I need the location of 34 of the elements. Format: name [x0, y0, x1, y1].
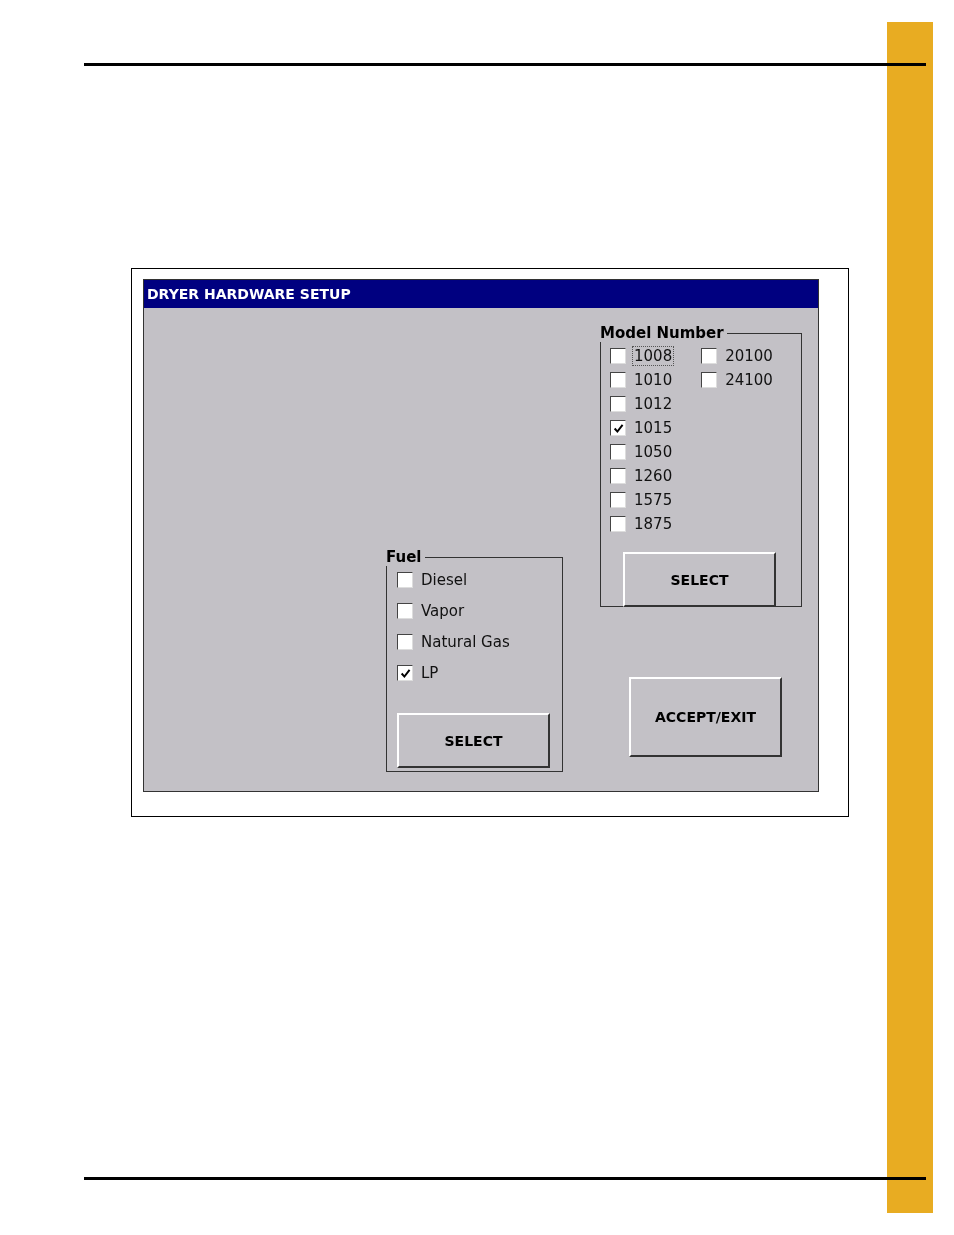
checkbox-label[interactable]: 1260 [632, 466, 675, 486]
checkbox[interactable] [610, 348, 626, 364]
checkbox[interactable] [701, 372, 718, 388]
checkbox-label[interactable]: Natural Gas [419, 632, 512, 652]
accept-exit-button[interactable]: ACCEPT/EXIT [629, 677, 782, 757]
checkbox-label[interactable]: Diesel [419, 570, 470, 590]
checkbox[interactable] [610, 444, 626, 460]
checkbox-label[interactable]: 24100 [723, 370, 775, 390]
checkbox-label[interactable]: 1050 [632, 442, 675, 462]
checkbox[interactable] [610, 372, 626, 388]
window-title: DRYER HARDWARE SETUP [144, 280, 818, 308]
checkbox-label[interactable]: LP [419, 663, 441, 683]
checkbox-label[interactable]: 1012 [632, 394, 675, 414]
checkbox-label[interactable]: 1010 [632, 370, 675, 390]
checkbox[interactable] [610, 420, 626, 436]
select-button[interactable]: SELECT [623, 552, 776, 607]
group-label: Model Number [599, 324, 725, 342]
checkbox[interactable] [397, 572, 413, 588]
checkbox[interactable] [610, 492, 626, 508]
checkbox[interactable] [610, 468, 626, 484]
checkbox[interactable] [397, 665, 413, 681]
checkbox-label[interactable]: 1875 [632, 514, 675, 534]
checkbox[interactable] [397, 634, 413, 650]
checkbox[interactable] [610, 396, 626, 412]
checkbox-label[interactable]: 20100 [723, 346, 775, 366]
checkbox[interactable] [610, 516, 626, 532]
checkbox-label[interactable]: 1015 [632, 418, 675, 438]
checkbox[interactable] [397, 603, 413, 619]
checkbox-label[interactable]: 1575 [632, 490, 675, 510]
checkbox[interactable] [701, 348, 718, 364]
checkbox-label[interactable]: 1008 [632, 346, 675, 366]
select-button[interactable]: SELECT [397, 713, 550, 768]
group-label: Fuel [385, 548, 423, 566]
checkbox-label[interactable]: Vapor [419, 601, 467, 621]
